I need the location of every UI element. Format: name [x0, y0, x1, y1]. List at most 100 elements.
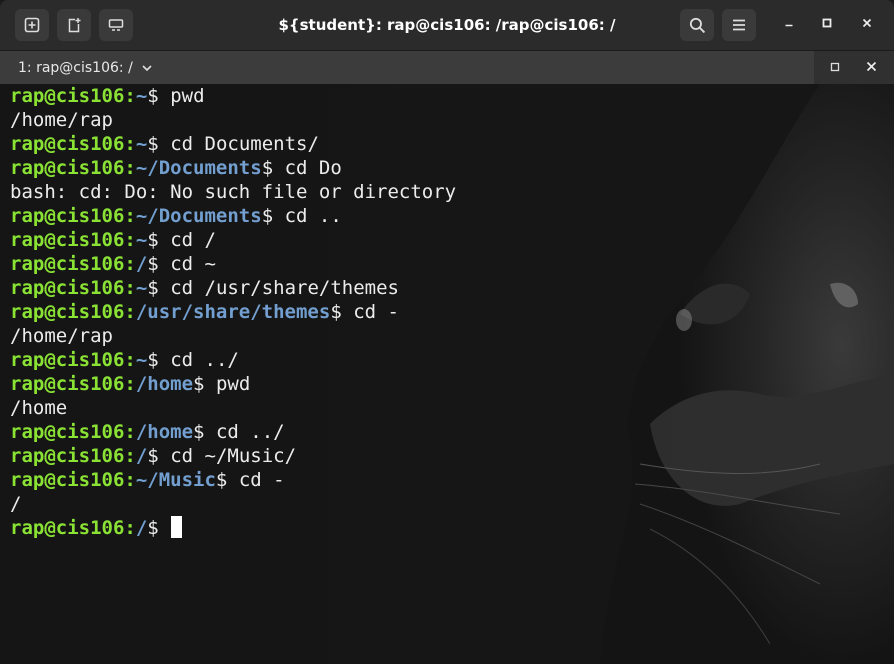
- prompt-symbol: $: [147, 85, 159, 107]
- prompt-separator: :: [124, 229, 136, 251]
- command-text: cd /: [158, 229, 216, 251]
- prompt-line: rap@cis106:/home$ pwd: [10, 372, 890, 396]
- prompt-line: rap@cis106:/$: [10, 516, 890, 540]
- output-line: /home/rap: [10, 109, 113, 131]
- terminal-output: rap@cis106:~$ pwd/home/rap rap@cis106:~$ …: [10, 84, 890, 540]
- prompt-user: rap@cis106: [10, 349, 125, 371]
- chevron-down-icon[interactable]: [141, 62, 153, 74]
- prompt-separator: :: [124, 373, 136, 395]
- prompt-path: ~: [135, 85, 148, 107]
- prompt-line: rap@cis106:/home$ cd ../: [10, 420, 890, 444]
- prompt-symbol: $: [147, 517, 159, 539]
- command-text: cd -: [341, 301, 399, 323]
- prompt-line: rap@cis106:~/Documents$ cd ..: [10, 204, 890, 228]
- prompt-separator: :: [124, 205, 136, 227]
- prompt-symbol: $: [330, 301, 342, 323]
- tab-close-button[interactable]: [862, 59, 880, 77]
- close-icon: [861, 16, 873, 34]
- prompt-user: rap@cis106: [10, 517, 125, 539]
- prompt-user: rap@cis106: [10, 373, 125, 395]
- prompt-line: rap@cis106:~/Documents$ cd Do: [10, 156, 890, 180]
- prompt-user: rap@cis106: [10, 229, 125, 251]
- maximize-button[interactable]: [814, 12, 840, 38]
- prompt-separator: :: [124, 157, 136, 179]
- prompt-user: rap@cis106: [10, 445, 125, 467]
- prompt-separator: :: [124, 469, 136, 491]
- tab-overview-button[interactable]: [99, 9, 133, 41]
- prompt-symbol: $: [147, 133, 159, 155]
- text-cursor[interactable]: [171, 516, 183, 538]
- prompt-separator: :: [124, 85, 136, 107]
- new-tab-icon: [24, 17, 40, 33]
- prompt-path: /home: [135, 421, 194, 443]
- output-line: /: [10, 493, 22, 515]
- prompt-path: /: [135, 253, 148, 275]
- prompt-user: rap@cis106: [10, 205, 125, 227]
- prompt-path: /: [135, 517, 148, 539]
- tab-terminal-1[interactable]: 1: rap@cis106: /: [0, 51, 814, 84]
- command-text: cd ~: [158, 253, 216, 275]
- prompt-line: rap@cis106:~$ cd /: [10, 228, 890, 252]
- prompt-user: rap@cis106: [10, 421, 125, 443]
- prompt-line: rap@cis106:~/Music$ cd -: [10, 468, 890, 492]
- terminal-area[interactable]: rap@cis106:~$ pwd/home/rap rap@cis106:~$ …: [0, 84, 894, 664]
- prompt-separator: :: [124, 421, 136, 443]
- prompt-line: rap@cis106:/$ cd ~/Music/: [10, 444, 890, 468]
- prompt-symbol: $: [193, 421, 205, 443]
- prompt-path: ~/Documents: [135, 157, 262, 179]
- prompt-user: rap@cis106: [10, 277, 125, 299]
- prompt-separator: :: [124, 349, 136, 371]
- prompt-separator: :: [124, 517, 136, 539]
- prompt-path: /usr/share/themes: [135, 301, 331, 323]
- command-text: [159, 517, 170, 539]
- prompt-line: rap@cis106:~$ cd ../: [10, 348, 890, 372]
- command-text: cd ../: [204, 421, 285, 443]
- prompt-separator: :: [124, 277, 136, 299]
- command-text: pwd: [158, 85, 205, 107]
- command-text: cd Do: [273, 157, 342, 179]
- prompt-separator: :: [124, 133, 136, 155]
- close-button[interactable]: [854, 12, 880, 38]
- minimize-button[interactable]: [776, 12, 802, 38]
- command-text: cd ~/Music/: [158, 445, 297, 467]
- prompt-path: /home: [135, 373, 194, 395]
- main-menu-button[interactable]: [722, 9, 756, 41]
- prompt-line: rap@cis106:~$ cd /usr/share/themes: [10, 276, 890, 300]
- search-button[interactable]: [680, 9, 714, 41]
- prompt-path: ~/Documents: [135, 205, 262, 227]
- prompt-user: rap@cis106: [10, 301, 125, 323]
- prompt-separator: :: [124, 445, 136, 467]
- output-line: /home/rap: [10, 325, 113, 347]
- maximize-icon: [830, 59, 840, 77]
- window-title: ${student}: rap@cis106: /rap@cis106: /: [278, 16, 616, 34]
- prompt-symbol: $: [147, 445, 159, 467]
- prompt-path: ~/Music: [135, 469, 216, 491]
- prompt-symbol: $: [261, 205, 274, 227]
- prompt-line: rap@cis106:~$ pwd: [10, 84, 890, 108]
- prompt-user: rap@cis106: [10, 157, 125, 179]
- prompt-symbol: $: [215, 469, 228, 491]
- minimize-icon: [783, 16, 795, 34]
- header-bar: ${student}: rap@cis106: /rap@cis106: /: [0, 0, 894, 51]
- prompt-symbol: $: [193, 373, 205, 395]
- prompt-symbol: $: [147, 349, 159, 371]
- command-text: cd /usr/share/themes: [158, 277, 399, 299]
- command-text: cd ..: [273, 205, 342, 227]
- hamburger-menu-icon: [731, 17, 747, 33]
- close-icon: [866, 59, 877, 77]
- prompt-symbol: $: [147, 229, 159, 251]
- new-tab-button[interactable]: [15, 9, 49, 41]
- command-text: cd ../: [158, 349, 239, 371]
- new-window-button[interactable]: [57, 9, 91, 41]
- search-icon: [689, 17, 706, 34]
- terminal-window: ${student}: rap@cis106: /rap@cis106: / 1…: [0, 0, 894, 664]
- prompt-line: rap@cis106:~$ cd Documents/: [10, 132, 890, 156]
- prompt-user: rap@cis106: [10, 469, 125, 491]
- prompt-line: rap@cis106:/$ cd ~: [10, 252, 890, 276]
- prompt-symbol: $: [147, 253, 159, 275]
- prompt-path: ~: [135, 277, 148, 299]
- tab-bar: 1: rap@cis106: /: [0, 51, 894, 84]
- tab-maximize-button[interactable]: [826, 59, 844, 77]
- prompt-path: ~: [135, 349, 148, 371]
- command-text: cd -: [227, 469, 285, 491]
